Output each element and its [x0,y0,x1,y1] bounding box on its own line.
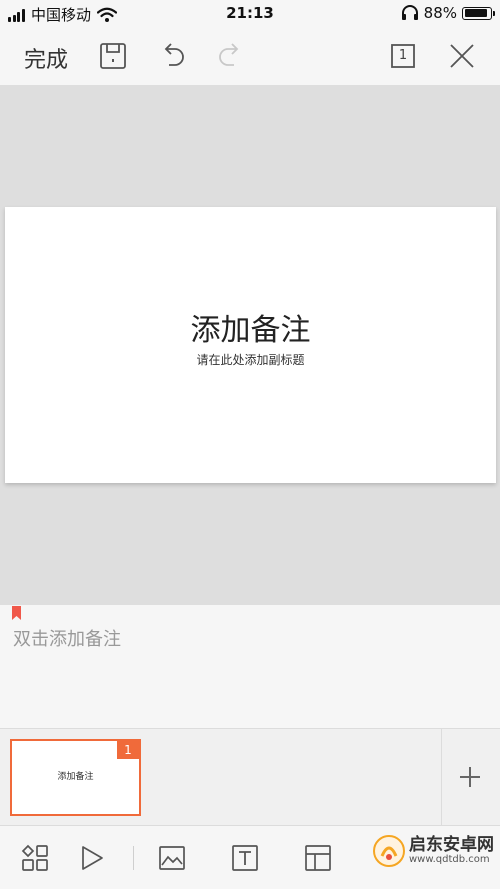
slide-subtitle[interactable]: 请在此处添加副标题 [5,351,496,368]
battery-fill [464,9,487,17]
add-slide-button[interactable] [452,759,488,795]
status-right: 88% [401,4,495,22]
done-button[interactable]: 完成 [24,42,68,74]
save-icon[interactable] [97,40,129,72]
notes-area[interactable]: 双击添加备注 [0,605,500,729]
slide-canvas[interactable]: 添加备注 请在此处添加副标题 [0,85,500,605]
redo-icon[interactable] [214,40,246,72]
close-icon[interactable] [446,40,478,72]
notes-placeholder[interactable]: 双击添加备注 [13,625,121,651]
thumbnail-title: 添加备注 [57,772,94,782]
watermark-name: 启东安卓网 [409,834,494,855]
slide-title[interactable]: 添加备注 [5,305,496,349]
strip-divider [441,729,442,825]
top-toolbar: 完成 1 [0,28,500,85]
slide-thumbnail[interactable]: 添加备注 1 [10,739,141,816]
site-watermark: 启东安卓网 www.qdtdb.com [372,834,494,868]
text-box-icon[interactable] [230,843,260,873]
bookmark-icon [12,606,21,620]
insert-image-icon[interactable] [157,843,187,873]
battery-percent: 88% [423,4,457,22]
watermark-url: www.qdtdb.com [409,853,490,865]
bottom-toolbar: 启东安卓网 www.qdtdb.com [0,826,500,889]
page-indicator: 1 [398,48,408,63]
page-count-button[interactable]: 1 [387,40,419,72]
undo-icon[interactable] [157,40,189,72]
thumbnail-strip: 添加备注 1 [0,729,500,826]
slide-layout-icon[interactable] [303,843,333,873]
play-icon[interactable] [77,843,107,873]
watermark-logo [373,835,405,867]
battery-icon [462,6,495,20]
thumbnail-number-badge: 1 [117,741,139,759]
headphones-icon [401,5,418,20]
toolbar-separator [133,846,134,870]
status-bar: 中国移动 21:13 88% [0,0,500,28]
layout-grid-icon[interactable] [20,843,50,873]
slide[interactable]: 添加备注 请在此处添加副标题 [5,207,496,483]
